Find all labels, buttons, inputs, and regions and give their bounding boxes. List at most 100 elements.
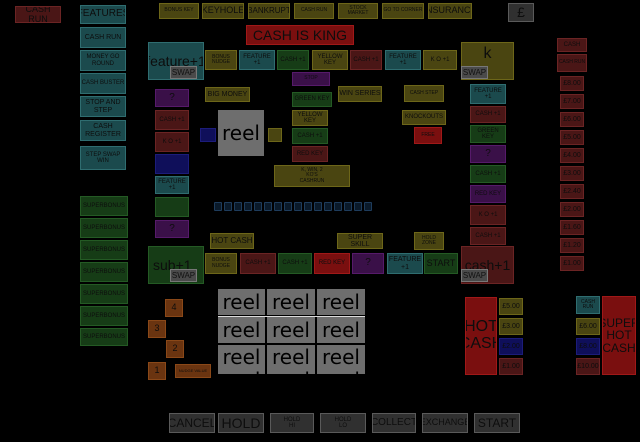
hot-cash-cell: HOT CASH (210, 233, 254, 249)
row1-yellow-key: YELLOW KEY (312, 50, 348, 70)
stop-cell: STOP (292, 72, 330, 86)
start-button[interactable]: START (474, 413, 520, 433)
dot (234, 202, 242, 211)
hold-hi-button[interactable]: HOLD HI (270, 413, 314, 433)
reel-2-3: reel (267, 345, 315, 370)
dot (344, 202, 352, 211)
ladder-8-00: £8.00 (560, 76, 584, 91)
top-item-insurance: INSURANCE (428, 3, 472, 19)
super-hot-6-00: £6.00 (576, 318, 600, 335)
left-col-cash: CASH +1 (155, 110, 189, 130)
ladder-7-00: £7.00 (560, 94, 584, 109)
collect-button[interactable]: COLLECT (372, 413, 416, 433)
red-key-mid: RED KEY (292, 146, 328, 162)
hot-cash-1-00: £1.00 (499, 358, 523, 375)
row1-cash-2: CASH +1 (350, 50, 382, 70)
green-key: GREEN KEY (292, 92, 332, 107)
dot (314, 202, 322, 211)
ladder-cash: CASH (557, 38, 587, 52)
row-bottom-cash-2: CASH +1 (278, 253, 312, 274)
left-col-question-2: ? (155, 220, 189, 238)
ladder-2-00: £2.00 (560, 202, 584, 217)
hot-cash-box: HOT CASH (465, 297, 497, 375)
right-col-green-key: GREEN KEY (470, 125, 506, 143)
superbonus-6: SUPERBONUS (80, 306, 128, 326)
ladder-1-60: £1.60 (560, 220, 584, 235)
ladder-4-00: £4.00 (560, 148, 584, 163)
dot (304, 202, 312, 211)
superbonus-2: SUPERBONUS (80, 218, 128, 238)
dot (214, 202, 222, 211)
swap-button-cash[interactable]: SWAP (461, 269, 488, 282)
dot (354, 202, 362, 211)
menu-cash-run: CASH RUN (80, 27, 126, 48)
reel-1-2: reel (218, 317, 265, 343)
row1-ko: K O +1 (423, 50, 457, 70)
ladder-1-20: £1.20 (560, 238, 584, 253)
row-bottom-cash: CASH +1 (240, 253, 276, 274)
right-col-ko: K O +1 (470, 205, 506, 225)
hold-lo-button[interactable]: HOLD LO (320, 413, 366, 433)
top-item-bonus-key: BONUS KEY (159, 3, 199, 19)
ladder-1-00: £1.00 (560, 256, 584, 271)
yellow-key: YELLOW KEY (292, 110, 328, 126)
top-item-keyhole: KEYHOLE (202, 3, 244, 19)
super-skill-cell: SUPER SKILL (337, 233, 383, 249)
superbonus-3: SUPERBONUS (80, 240, 128, 260)
swap-button-feature[interactable]: SWAP (170, 66, 197, 79)
ladder-3-00: £3.00 (560, 166, 584, 181)
reel-1-3: reel (218, 345, 265, 370)
nudge-3: 3 (148, 320, 166, 338)
ladder-cash-run: CASH RUN (557, 54, 587, 72)
big-money: BIG MONEY (205, 87, 250, 102)
ladder-6-00: £6.00 (560, 112, 584, 127)
reel-2-1: reel (267, 289, 315, 315)
cash-run-button[interactable]: CASH RUN (15, 6, 61, 23)
dot (284, 202, 292, 211)
cash-step: CASH STEP (404, 85, 444, 102)
dot (224, 202, 232, 211)
reel-2-4: reel (267, 370, 315, 374)
exchange-button[interactable]: EXCHANGE (422, 413, 468, 433)
currency-button[interactable]: £ (508, 3, 534, 22)
cash-mid: CASH +1 (292, 128, 328, 144)
row-bottom-bonus-nudge: BONUS NUDGE (205, 253, 237, 274)
swap-button-sub[interactable]: SWAP (170, 269, 197, 282)
hot-cash-5-00: £5.00 (499, 298, 523, 315)
swap-button-k[interactable]: SWAP (461, 66, 488, 79)
dot (334, 202, 342, 211)
centre-reel: reel (218, 110, 264, 156)
left-col-feature: FEATURE +1 (155, 176, 189, 194)
reel-marker-left (200, 128, 216, 142)
cash-is-king-title: CASH IS KING (246, 25, 354, 45)
free-cell: FREE (414, 127, 442, 144)
row1-bonus-nudge: BONUS NUDGE (205, 50, 237, 70)
dot (274, 202, 282, 211)
superbonus-7: SUPERBONUS (80, 328, 128, 346)
right-col-cash-3: CASH +1 (470, 227, 506, 245)
dot (244, 202, 252, 211)
ladder-2-40: £2.40 (560, 184, 584, 199)
superbonus-1: SUPERBONUS (80, 196, 128, 216)
dot (254, 202, 262, 211)
superbonus-4: SUPERBONUS (80, 262, 128, 282)
hold-zone-cell: HOLD ZONE (414, 232, 444, 250)
row1-feature-2: FEATURE +1 (385, 50, 421, 70)
menu-step-swap-win: STEP SWAP WIN (80, 146, 126, 170)
reel-3-4: reel (317, 370, 365, 374)
nudge-4: 4 (165, 299, 183, 317)
right-col-cash-2: CASH +1 (470, 165, 506, 183)
win-series: WIN SERIES (338, 86, 382, 102)
right-col-red-key: RED KEY (470, 185, 506, 203)
dot (324, 202, 332, 211)
left-col-blue (155, 154, 189, 174)
top-item-cash-run: CASH RUN (294, 3, 334, 19)
hold-button[interactable]: HOLD (218, 413, 264, 433)
cancel-button[interactable]: CANCEL (169, 413, 215, 433)
reel-1-4: reel (218, 370, 265, 374)
row1-feature: FEATURE +1 (239, 50, 275, 70)
right-col-cash: CASH +1 (470, 106, 506, 123)
reel-3-2: reel (317, 317, 365, 343)
reel-1-1: reel (218, 289, 265, 315)
features-label: FEATURES (80, 5, 126, 24)
